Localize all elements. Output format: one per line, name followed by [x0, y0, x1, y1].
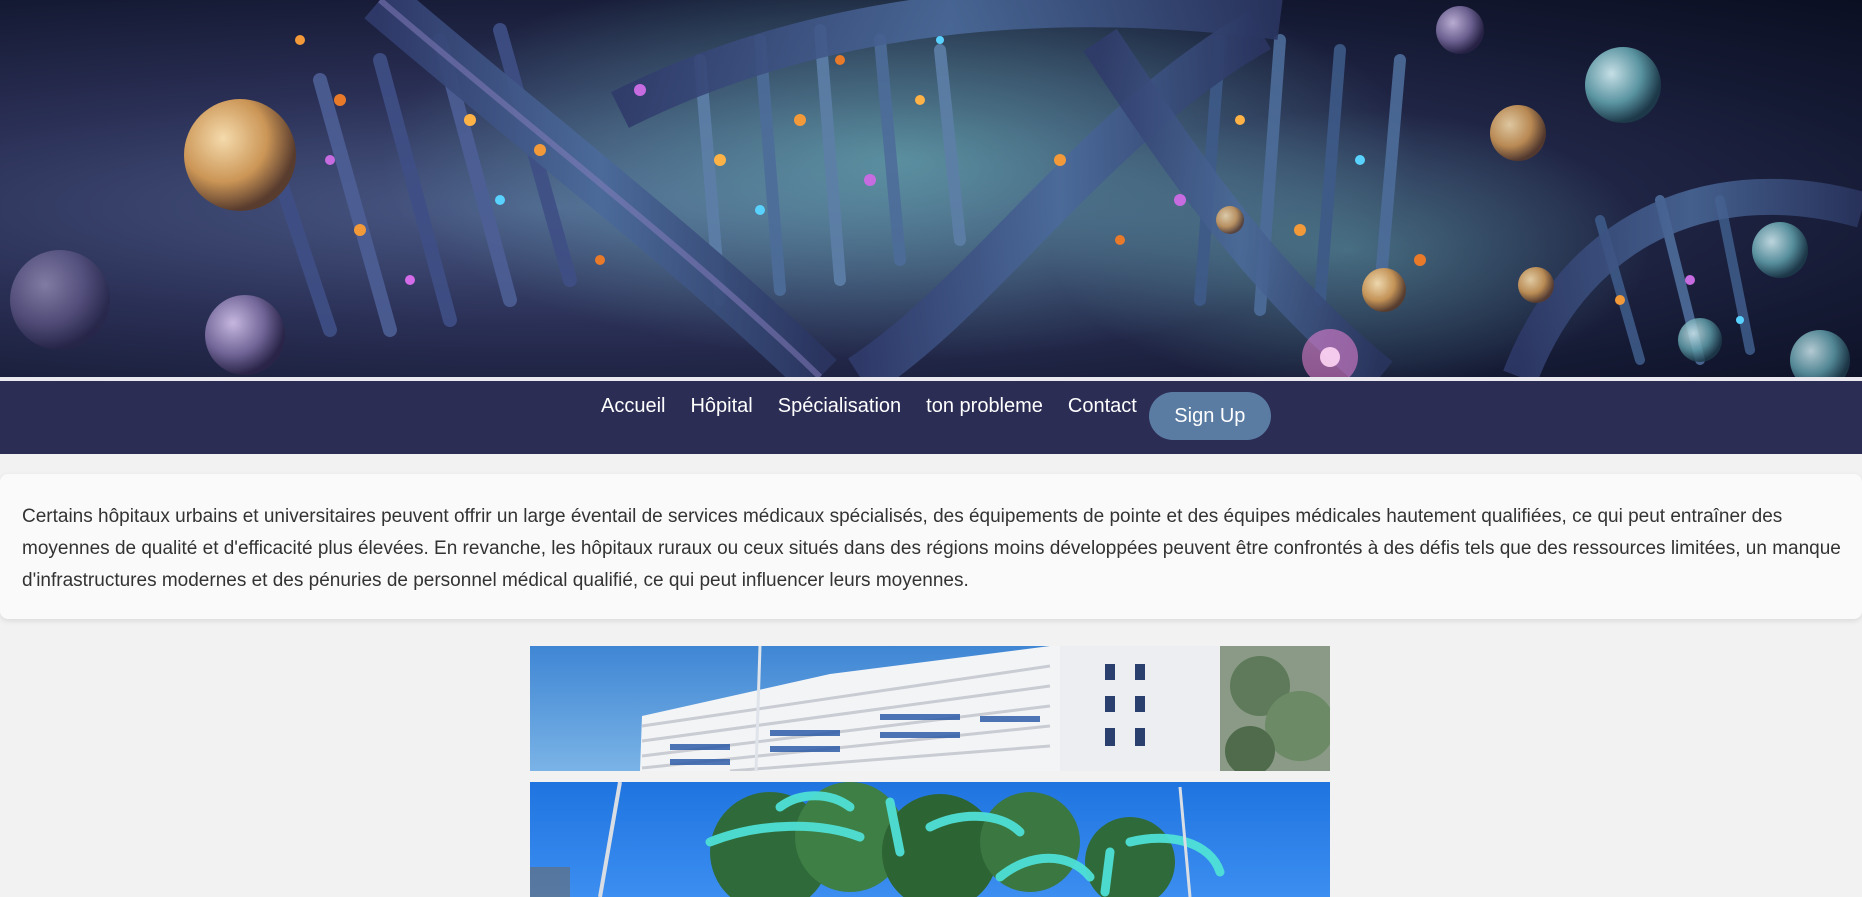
nav-link-ton-probleme[interactable]: ton probleme [926, 394, 1043, 418]
nav-link-contact[interactable]: Contact [1068, 394, 1137, 418]
nav-link-accueil[interactable]: Accueil [601, 394, 665, 418]
info-paragraph: Certains hôpitaux urbains et universitai… [22, 506, 1841, 591]
nav-links: Accueil Hôpital Spécialisation ton probl… [601, 381, 1271, 454]
hospital-entrance-photo [530, 782, 1330, 897]
hero-banner [0, 0, 1862, 377]
main-navbar: Accueil Hôpital Spécialisation ton probl… [0, 381, 1862, 454]
hospital-building-photo [530, 646, 1330, 771]
signup-button[interactable]: Sign Up [1148, 392, 1271, 440]
dna-helix-illustration [10, 0, 1862, 377]
nav-link-hopital[interactable]: Hôpital [690, 394, 752, 418]
info-card: Certains hôpitaux urbains et universitai… [0, 474, 1862, 619]
nav-link-specialisation[interactable]: Spécialisation [778, 394, 901, 418]
